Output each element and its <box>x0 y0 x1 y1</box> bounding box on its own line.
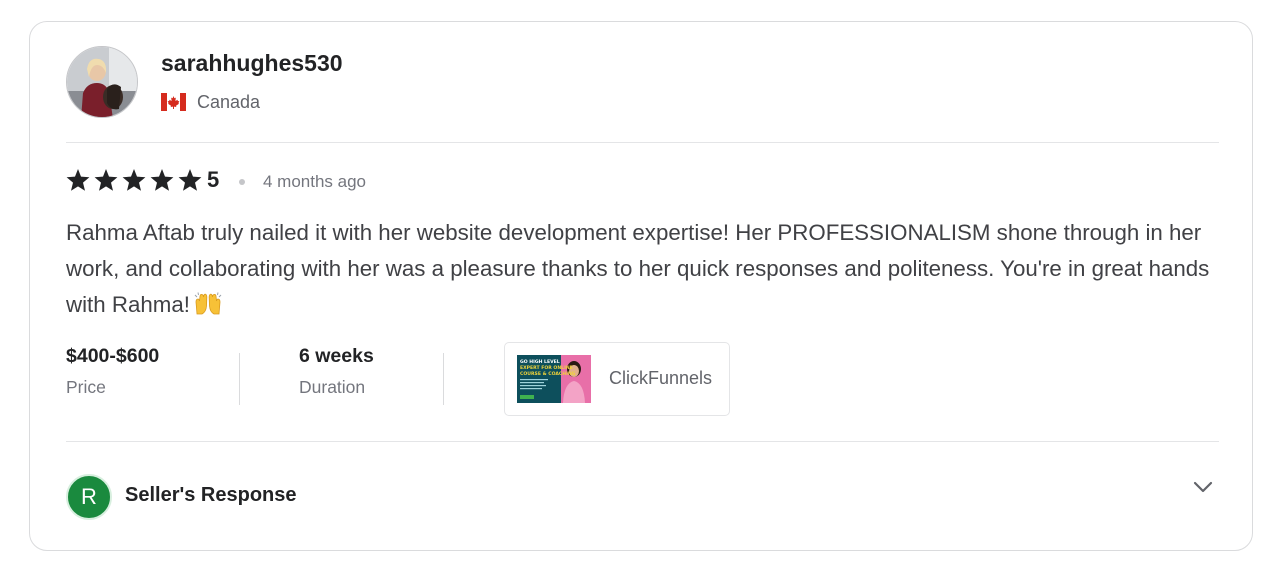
seller-response-title[interactable]: Seller's Response <box>125 484 297 507</box>
chevron-down-icon[interactable] <box>1193 481 1213 493</box>
price-label: Price <box>66 377 106 397</box>
star-icon <box>150 169 174 191</box>
portfolio-thumbnail[interactable]: GO HIGH LEVEL EXPERT FOR ONLINE COURSE &… <box>517 355 591 403</box>
star-rating <box>66 169 206 191</box>
portfolio-label[interactable]: ClickFunnels <box>609 368 712 389</box>
duration-value: 6 weeks <box>299 345 374 367</box>
star-icon <box>94 169 118 191</box>
review-card: sarahhughes530 Canada 5 4 months ago Rah… <box>29 21 1253 551</box>
footer-divider <box>66 441 1219 442</box>
reviewer-avatar[interactable] <box>66 46 138 118</box>
review-body: Rahma Aftab truly nailed it with her web… <box>66 220 1210 317</box>
rating-value: 5 <box>207 167 220 192</box>
portfolio-item[interactable]: GO HIGH LEVEL EXPERT FOR ONLINE COURSE &… <box>504 342 730 416</box>
canada-flag-icon <box>161 93 186 111</box>
star-icon <box>122 169 146 191</box>
reviewer-country: Canada <box>197 92 261 112</box>
meta-separator <box>443 353 444 405</box>
raising-hands-emoji <box>194 292 222 315</box>
header-divider <box>66 142 1219 143</box>
star-icon <box>178 169 202 191</box>
reviewer-username[interactable]: sarahhughes530 <box>161 50 343 77</box>
thumbnail-line: GO HIGH LEVEL <box>520 359 560 365</box>
review-text: Rahma Aftab truly nailed it with her web… <box>66 215 1226 323</box>
duration-label: Duration <box>299 377 366 397</box>
price-value: $400-$600 <box>66 345 160 367</box>
thumbnail-line: EXPERT FOR ONLINE <box>520 365 573 371</box>
review-time: 4 months ago <box>263 172 367 191</box>
seller-avatar: R <box>66 474 112 520</box>
separator-dot <box>239 179 245 185</box>
thumbnail-line: COURSE & COACHING <box>520 371 576 377</box>
star-icon <box>66 169 90 191</box>
meta-separator <box>239 353 240 405</box>
